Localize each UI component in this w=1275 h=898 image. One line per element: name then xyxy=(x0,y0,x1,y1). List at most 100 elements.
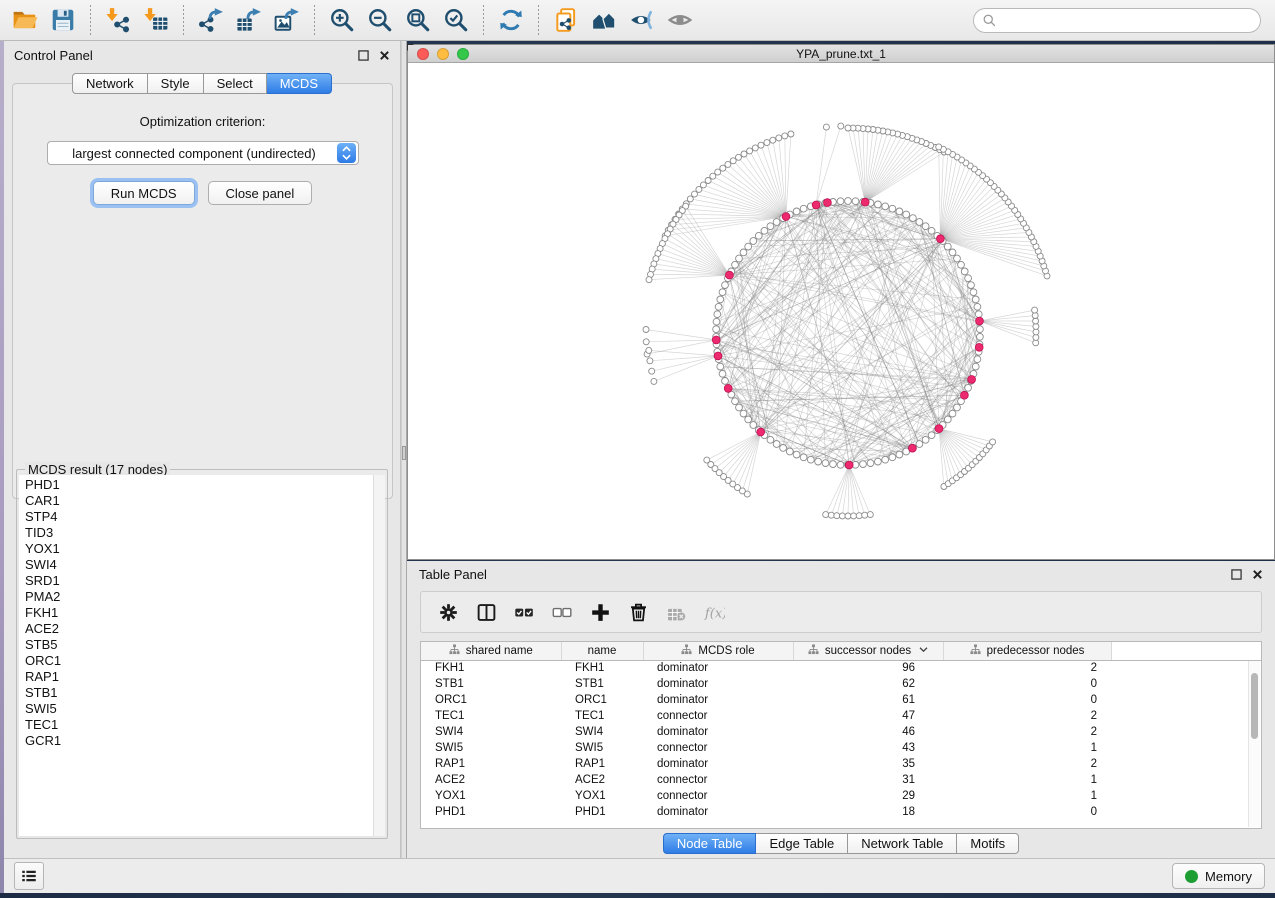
result-list-item[interactable]: ACE2 xyxy=(25,621,373,637)
table-row[interactable]: PHD1PHD1dominator180 xyxy=(421,804,1261,820)
zoom-selected-button[interactable] xyxy=(438,3,474,37)
cell-successor-nodes: 29 xyxy=(793,788,943,804)
table-row[interactable]: SWI4SWI4dominator462 xyxy=(421,724,1261,740)
refresh-button[interactable] xyxy=(493,3,529,37)
network-graph[interactable] xyxy=(408,63,1274,559)
create-column-button[interactable] xyxy=(583,596,617,628)
import-network-button[interactable] xyxy=(100,3,136,37)
result-list-item[interactable]: GCR1 xyxy=(25,733,373,749)
result-list-item[interactable]: PHD1 xyxy=(25,477,373,493)
table-options-button[interactable] xyxy=(431,596,465,628)
control-panel-title: Control Panel xyxy=(14,48,93,63)
float-table-panel-icon[interactable] xyxy=(1230,568,1242,580)
delete-table-button[interactable] xyxy=(659,596,693,628)
mcds-result-list[interactable]: PHD1CAR1STP4TID3YOX1SWI4SRD1PMA2FKH1ACE2… xyxy=(19,475,373,836)
result-list-item[interactable]: YOX1 xyxy=(25,541,373,557)
toolbar-separator xyxy=(90,5,91,35)
result-list-item[interactable]: CAR1 xyxy=(25,493,373,509)
select-all-columns-button[interactable] xyxy=(507,596,541,628)
tab-network-table[interactable]: Network Table xyxy=(848,833,957,854)
cell-filler xyxy=(1111,708,1261,724)
main-toolbar xyxy=(0,0,1275,41)
hide-selected-button[interactable] xyxy=(624,3,660,37)
tab-node-table[interactable]: Node Table xyxy=(663,833,757,854)
task-history-button[interactable] xyxy=(14,862,44,890)
show-columns-button[interactable] xyxy=(469,596,503,628)
cell-name: ACE2 xyxy=(561,772,643,788)
table-row[interactable]: STB1STB1dominator620 xyxy=(421,676,1261,692)
network-canvas[interactable] xyxy=(408,63,1274,559)
cell-filler xyxy=(1111,676,1261,692)
delete-column-button[interactable] xyxy=(621,596,655,628)
search-icon xyxy=(982,13,997,33)
cell-mcds-role: dominator xyxy=(643,660,793,676)
export-image-button[interactable] xyxy=(269,3,305,37)
tab-style[interactable]: Style xyxy=(148,73,204,94)
cell-shared-name: YOX1 xyxy=(421,788,561,804)
result-list-item[interactable]: RAP1 xyxy=(25,669,373,685)
table-row[interactable]: ORC1ORC1dominator610 xyxy=(421,692,1261,708)
result-list-item[interactable]: SWI4 xyxy=(25,557,373,573)
cell-predecessor-nodes: 2 xyxy=(943,724,1111,740)
result-list-item[interactable]: STB5 xyxy=(25,637,373,653)
result-list-item[interactable]: SWI5 xyxy=(25,701,373,717)
result-list-item[interactable]: TEC1 xyxy=(25,717,373,733)
result-list-item[interactable]: PMA2 xyxy=(25,589,373,605)
column-header-mcds-role[interactable]: MCDS role xyxy=(643,642,793,660)
result-list-scrollbar[interactable] xyxy=(373,475,385,836)
table-scrollbar-thumb[interactable] xyxy=(1251,673,1258,739)
run-mcds-button[interactable]: Run MCDS xyxy=(93,181,195,205)
tab-motifs[interactable]: Motifs xyxy=(957,833,1019,854)
memory-button[interactable]: Memory xyxy=(1172,863,1265,889)
close-panel-button[interactable]: Close panel xyxy=(208,181,313,205)
column-header-predecessor-nodes[interactable]: predecessor nodes xyxy=(943,642,1111,660)
result-list-item[interactable]: STP4 xyxy=(25,509,373,525)
column-header-name[interactable]: name xyxy=(561,642,643,660)
show-all-button[interactable] xyxy=(662,3,698,37)
table-scrollbar[interactable] xyxy=(1248,661,1260,827)
splitter-grip[interactable] xyxy=(402,446,406,460)
network-titlebar[interactable]: YPA_prune.txt_1 xyxy=(408,45,1274,63)
save-session-button[interactable] xyxy=(45,3,81,37)
table-row[interactable]: YOX1YOX1connector291 xyxy=(421,788,1261,804)
function-builder-button[interactable]: f(x) xyxy=(697,596,731,628)
search-input[interactable] xyxy=(973,8,1261,33)
new-network-from-selection-button[interactable] xyxy=(548,3,584,37)
table-panel: Table Panel f(x) shared namenameMCDS rol… xyxy=(407,561,1275,858)
tab-mcds[interactable]: MCDS xyxy=(267,73,332,94)
zoom-fit-button[interactable] xyxy=(400,3,436,37)
cell-shared-name: ORC1 xyxy=(421,692,561,708)
table-bottom-tabbar: Node TableEdge TableNetwork TableMotifs xyxy=(407,833,1275,854)
table-row[interactable]: SWI5SWI5connector431 xyxy=(421,740,1261,756)
export-table-button[interactable] xyxy=(231,3,267,37)
column-header-successor-nodes[interactable]: successor nodes xyxy=(793,642,943,660)
import-table-button[interactable] xyxy=(138,3,174,37)
open-file-button[interactable] xyxy=(7,3,43,37)
zoom-in-button[interactable] xyxy=(324,3,360,37)
result-list-item[interactable]: ORC1 xyxy=(25,653,373,669)
tab-network[interactable]: Network xyxy=(72,73,148,94)
optimization-criterion-select[interactable]: largest connected component (undirected) xyxy=(47,141,359,165)
fx-icon: f(x) xyxy=(704,602,725,623)
result-list-item[interactable]: TID3 xyxy=(25,525,373,541)
table-row[interactable]: FKH1FKH1dominator962 xyxy=(421,660,1261,676)
result-list-item[interactable]: STB1 xyxy=(25,685,373,701)
table-row[interactable]: RAP1RAP1dominator352 xyxy=(421,756,1261,772)
first-neighbors-button[interactable] xyxy=(586,3,622,37)
tab-edge-table[interactable]: Edge Table xyxy=(756,833,848,854)
table-row[interactable]: TEC1TEC1connector472 xyxy=(421,708,1261,724)
deselect-all-columns-button[interactable] xyxy=(545,596,579,628)
cell-name: SWI5 xyxy=(561,740,643,756)
float-panel-icon[interactable] xyxy=(357,49,369,61)
result-list-item[interactable]: SRD1 xyxy=(25,573,373,589)
close-table-panel-icon[interactable] xyxy=(1251,568,1263,580)
close-panel-icon[interactable] xyxy=(378,49,390,61)
zoom-out-button[interactable] xyxy=(362,3,398,37)
tab-select[interactable]: Select xyxy=(204,73,267,94)
table-row[interactable]: ACE2ACE2connector311 xyxy=(421,772,1261,788)
cell-filler xyxy=(1111,772,1261,788)
column-header-shared-name[interactable]: shared name xyxy=(421,642,561,660)
export-network-button[interactable] xyxy=(193,3,229,37)
result-list-item[interactable]: FKH1 xyxy=(25,605,373,621)
cell-predecessor-nodes: 2 xyxy=(943,660,1111,676)
